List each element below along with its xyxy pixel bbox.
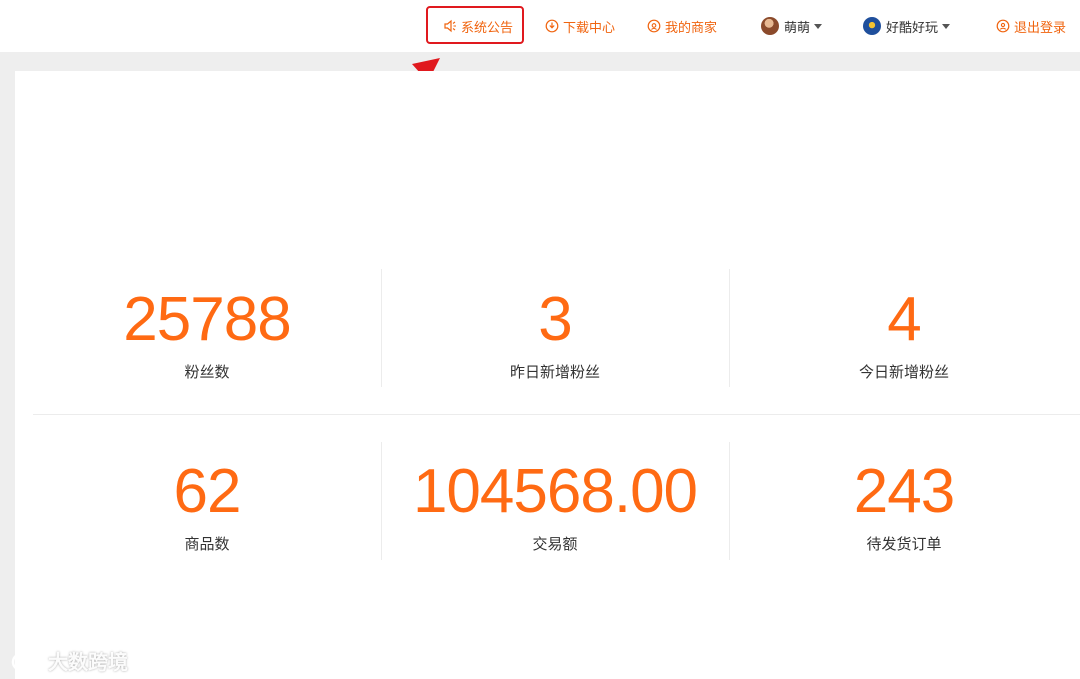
stat-new-fans-yesterday: 3 昨日新增粉丝	[385, 285, 725, 382]
column-divider	[729, 269, 730, 387]
column-divider	[729, 442, 730, 560]
stat-pending-orders: 243 待发货订单	[734, 457, 1074, 554]
my-merchant-label: 我的商家	[665, 20, 718, 36]
download-icon	[545, 19, 559, 33]
stat-label: 商品数	[184, 535, 230, 553]
merchant-icon	[647, 19, 661, 33]
logout-label: 退出登录	[1014, 20, 1067, 36]
stat-value: 62	[173, 457, 242, 526]
column-divider	[381, 269, 382, 387]
row-divider	[33, 414, 1080, 415]
stat-label: 待发货订单	[866, 535, 942, 553]
shop-name: 好酷好玩	[886, 20, 939, 36]
user-menu[interactable]: 萌萌	[761, 0, 823, 52]
chevron-down-icon	[814, 23, 823, 29]
stat-value: 104568.00	[412, 457, 698, 526]
stat-label: 交易额	[532, 535, 578, 553]
dashboard-panel: 25788 粉丝数 3 昨日新增粉丝 4 今日新增粉丝 62 商品数 10456…	[15, 71, 1080, 679]
stat-label: 粉丝数	[184, 363, 230, 381]
stat-value: 4	[887, 285, 921, 354]
top-navigation-bar: 系统公告 下载中心 我的商家 萌萌 好酷好玩 退出登录	[0, 0, 1080, 52]
shop-logo	[863, 17, 881, 35]
logout-link[interactable]: 退出登录	[996, 0, 1066, 52]
watermark-logo-icon	[11, 651, 48, 671]
stat-value: 243	[853, 457, 955, 526]
column-divider	[381, 442, 382, 560]
my-merchant-link[interactable]: 我的商家	[647, 0, 717, 52]
download-center-label: 下载中心	[563, 20, 616, 36]
logout-icon	[996, 19, 1010, 33]
stat-transaction-amount: 104568.00 交易额	[385, 457, 725, 554]
watermark-text: 大数跨境	[48, 650, 128, 674]
chevron-down-icon	[942, 23, 951, 29]
stat-value: 3	[538, 285, 572, 354]
user-avatar	[761, 17, 779, 35]
stat-label: 昨日新增粉丝	[509, 363, 600, 381]
stat-products: 62 商品数	[37, 457, 377, 554]
stat-new-fans-today: 4 今日新增粉丝	[734, 285, 1074, 382]
watermark: 大数跨境	[10, 646, 128, 675]
stat-fans: 25788 粉丝数	[37, 285, 377, 382]
shop-menu[interactable]: 好酷好玩	[863, 0, 951, 52]
notice-highlight-box	[426, 6, 524, 44]
stat-label: 今日新增粉丝	[858, 363, 949, 381]
download-center-link[interactable]: 下载中心	[545, 0, 615, 52]
stat-value: 25788	[123, 285, 291, 354]
user-name: 萌萌	[784, 20, 811, 36]
